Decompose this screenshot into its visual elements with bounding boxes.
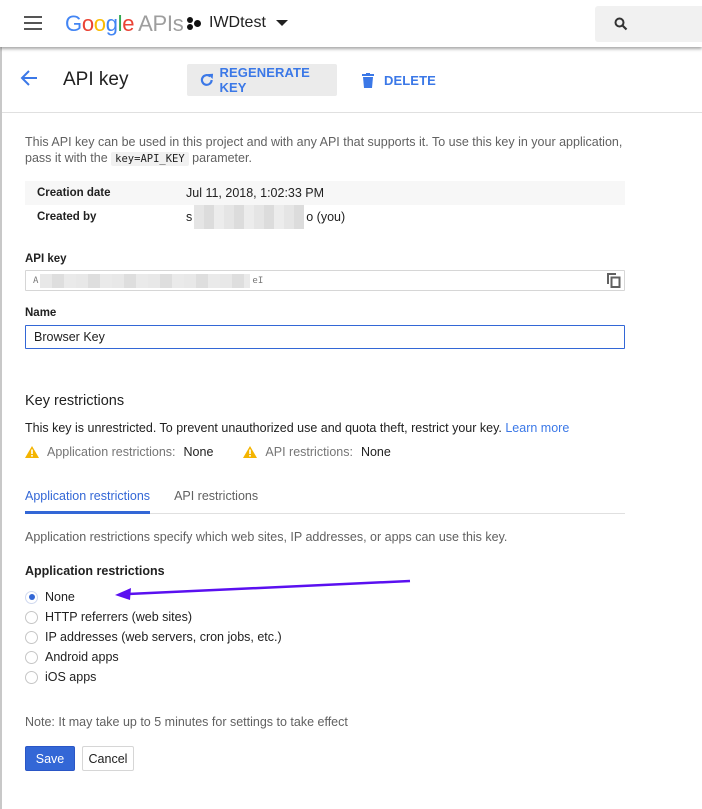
top-app-bar: Google APIs IWDtest xyxy=(0,0,702,47)
back-arrow-icon[interactable] xyxy=(20,70,38,86)
project-name: IWDtest xyxy=(209,14,266,31)
menu-icon[interactable] xyxy=(24,16,42,30)
radio-http-referrers[interactable]: HTTP referrers (web sites) xyxy=(25,607,282,627)
regenerate-key-button[interactable]: REGENERATE KEY xyxy=(187,64,337,96)
search-icon xyxy=(614,17,628,31)
copy-icon[interactable] xyxy=(607,273,621,288)
delete-button[interactable]: DELETE xyxy=(362,64,436,96)
refresh-icon xyxy=(200,73,214,86)
warning-icon xyxy=(243,446,258,458)
api-key-label: API key xyxy=(25,253,67,265)
search-button[interactable] xyxy=(595,6,702,42)
redacted-email xyxy=(194,205,305,229)
warning-icon xyxy=(25,446,39,458)
radio-ip-addresses[interactable]: IP addresses (web servers, cron jobs, et… xyxy=(25,627,282,647)
api-restrictions-status: API restrictions: None xyxy=(243,445,391,459)
created-by-row: Created by s o (you) xyxy=(25,205,625,229)
creation-date-row: Creation date Jul 11, 2018, 1:02:33 PM xyxy=(25,181,625,205)
application-restrictions-status: Application restrictions: None xyxy=(25,445,213,459)
restriction-summary: Application restrictions: None API restr… xyxy=(25,445,415,459)
radio-button[interactable] xyxy=(25,670,38,684)
key-restrictions-title: Key restrictions xyxy=(25,393,125,409)
cancel-button[interactable]: Cancel xyxy=(82,746,134,771)
page-left-border xyxy=(0,0,2,809)
tab-api-restrictions[interactable]: API restrictions xyxy=(174,482,258,514)
radio-button[interactable] xyxy=(25,650,38,664)
name-label: Name xyxy=(25,307,57,319)
tab-application-restrictions[interactable]: Application restrictions xyxy=(25,482,151,514)
unrestricted-notice: This key is unrestricted. To prevent una… xyxy=(25,421,570,435)
chevron-down-icon xyxy=(275,20,288,26)
application-restrictions-radio-group: None HTTP referrers (web sites) IP addre… xyxy=(25,587,282,687)
radio-button-selected[interactable] xyxy=(25,590,38,604)
page-title: API key xyxy=(63,69,129,90)
name-input[interactable] xyxy=(25,325,625,349)
project-selector[interactable]: IWDtest xyxy=(187,14,288,32)
page-header: API key REGENERATE KEY DELETE xyxy=(2,48,702,113)
api-key-field[interactable]: A eI xyxy=(25,270,625,291)
created-by-value: s o (you) xyxy=(186,205,345,229)
application-restrictions-heading: Application restrictions xyxy=(25,564,165,578)
learn-more-link[interactable]: Learn more xyxy=(505,421,569,435)
key-metadata-table: Creation date Jul 11, 2018, 1:02:33 PM C… xyxy=(25,181,625,229)
trash-icon xyxy=(362,72,374,88)
radio-android-apps[interactable]: Android apps xyxy=(25,647,282,667)
project-icon xyxy=(187,15,203,31)
restriction-tabs: Application restrictions API restriction… xyxy=(25,482,625,514)
save-button[interactable]: Save xyxy=(25,746,75,771)
radio-button[interactable] xyxy=(25,630,38,644)
api-key-description: This API key can be used in this project… xyxy=(25,135,623,166)
code-snippet: key=API_KEY xyxy=(111,152,189,166)
settings-note: Note: It may take up to 5 minutes for se… xyxy=(25,715,348,729)
application-restrictions-description: Application restrictions specify which w… xyxy=(25,530,508,544)
creation-date-value: Jul 11, 2018, 1:02:33 PM xyxy=(186,186,325,200)
radio-button[interactable] xyxy=(25,610,38,624)
redacted-key xyxy=(40,273,251,288)
radio-ios-apps[interactable]: iOS apps xyxy=(25,667,282,687)
radio-none[interactable]: None xyxy=(25,587,282,607)
google-apis-logo[interactable]: Google APIs xyxy=(65,11,184,37)
